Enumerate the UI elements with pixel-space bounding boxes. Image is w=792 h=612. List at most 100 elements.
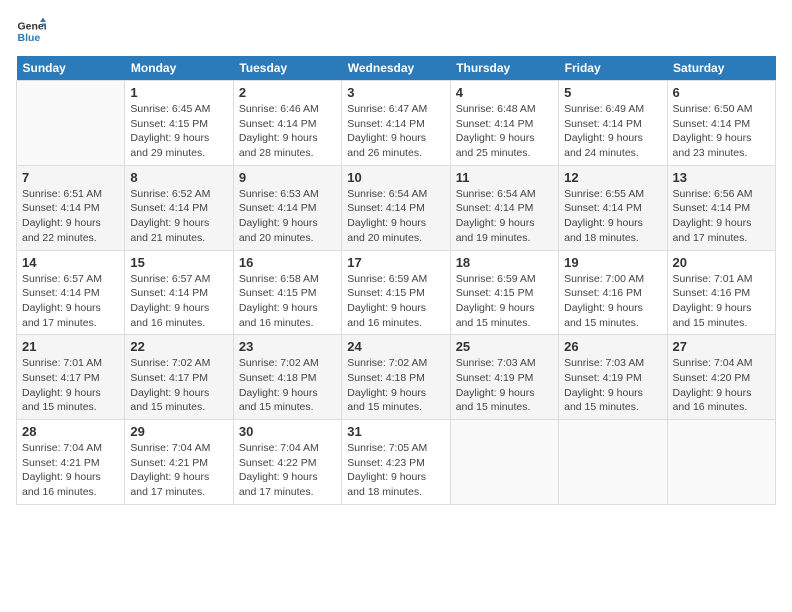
daylight-minutes: and 18 minutes. <box>564 231 661 246</box>
day-number: 11 <box>456 170 553 185</box>
sunset-text: Sunset: 4:14 PM <box>130 286 227 301</box>
sunset-text: Sunset: 4:14 PM <box>564 117 661 132</box>
sunset-text: Sunset: 4:17 PM <box>130 371 227 386</box>
daylight-minutes: and 22 minutes. <box>22 231 119 246</box>
day-number: 9 <box>239 170 336 185</box>
calendar-cell: 2Sunrise: 6:46 AMSunset: 4:14 PMDaylight… <box>233 81 341 166</box>
daylight-minutes: and 16 minutes. <box>239 316 336 331</box>
svg-text:General: General <box>18 21 47 33</box>
daylight-minutes: and 16 minutes. <box>130 316 227 331</box>
sunrise-text: Sunrise: 7:01 AM <box>22 356 119 371</box>
calendar-cell: 11Sunrise: 6:54 AMSunset: 4:14 PMDayligh… <box>450 165 558 250</box>
daylight-hours: Daylight: 9 hours <box>347 216 444 231</box>
sunrise-text: Sunrise: 6:58 AM <box>239 272 336 287</box>
daylight-minutes: and 17 minutes. <box>239 485 336 500</box>
day-number: 20 <box>673 255 770 270</box>
daylight-hours: Daylight: 9 hours <box>239 131 336 146</box>
daylight-hours: Daylight: 9 hours <box>22 301 119 316</box>
daylight-hours: Daylight: 9 hours <box>130 386 227 401</box>
sunset-text: Sunset: 4:16 PM <box>673 286 770 301</box>
day-number: 25 <box>456 339 553 354</box>
calendar-cell: 27Sunrise: 7:04 AMSunset: 4:20 PMDayligh… <box>667 335 775 420</box>
logo: General Blue <box>16 16 50 46</box>
daylight-minutes: and 17 minutes. <box>673 231 770 246</box>
daylight-hours: Daylight: 9 hours <box>673 216 770 231</box>
daylight-hours: Daylight: 9 hours <box>673 301 770 316</box>
day-number: 21 <box>22 339 119 354</box>
sunrise-text: Sunrise: 7:04 AM <box>239 441 336 456</box>
day-number: 8 <box>130 170 227 185</box>
day-number: 4 <box>456 85 553 100</box>
sunrise-text: Sunrise: 6:54 AM <box>456 187 553 202</box>
daylight-minutes: and 20 minutes. <box>347 231 444 246</box>
daylight-minutes: and 25 minutes. <box>456 146 553 161</box>
daylight-hours: Daylight: 9 hours <box>239 216 336 231</box>
sunrise-text: Sunrise: 7:02 AM <box>347 356 444 371</box>
day-number: 24 <box>347 339 444 354</box>
sunset-text: Sunset: 4:15 PM <box>456 286 553 301</box>
daylight-minutes: and 17 minutes. <box>22 316 119 331</box>
day-number: 15 <box>130 255 227 270</box>
day-number: 16 <box>239 255 336 270</box>
sunset-text: Sunset: 4:18 PM <box>239 371 336 386</box>
calendar-cell: 21Sunrise: 7:01 AMSunset: 4:17 PMDayligh… <box>17 335 125 420</box>
calendar-cell: 3Sunrise: 6:47 AMSunset: 4:14 PMDaylight… <box>342 81 450 166</box>
calendar-cell <box>559 420 667 505</box>
sunset-text: Sunset: 4:18 PM <box>347 371 444 386</box>
sunset-text: Sunset: 4:14 PM <box>564 201 661 216</box>
col-header-tuesday: Tuesday <box>233 56 341 81</box>
sunset-text: Sunset: 4:14 PM <box>347 201 444 216</box>
sunrise-text: Sunrise: 7:00 AM <box>564 272 661 287</box>
calendar-cell: 10Sunrise: 6:54 AMSunset: 4:14 PMDayligh… <box>342 165 450 250</box>
sunset-text: Sunset: 4:14 PM <box>347 117 444 132</box>
sunset-text: Sunset: 4:14 PM <box>130 201 227 216</box>
day-number: 31 <box>347 424 444 439</box>
daylight-minutes: and 26 minutes. <box>347 146 444 161</box>
day-number: 2 <box>239 85 336 100</box>
sunrise-text: Sunrise: 6:45 AM <box>130 102 227 117</box>
sunrise-text: Sunrise: 7:05 AM <box>347 441 444 456</box>
daylight-minutes: and 20 minutes. <box>239 231 336 246</box>
sunset-text: Sunset: 4:20 PM <box>673 371 770 386</box>
day-number: 5 <box>564 85 661 100</box>
sunset-text: Sunset: 4:14 PM <box>239 117 336 132</box>
daylight-minutes: and 15 minutes. <box>130 400 227 415</box>
col-header-saturday: Saturday <box>667 56 775 81</box>
calendar-cell: 1Sunrise: 6:45 AMSunset: 4:15 PMDaylight… <box>125 81 233 166</box>
sunset-text: Sunset: 4:15 PM <box>347 286 444 301</box>
sunrise-text: Sunrise: 6:52 AM <box>130 187 227 202</box>
day-number: 29 <box>130 424 227 439</box>
sunrise-text: Sunrise: 6:59 AM <box>456 272 553 287</box>
sunset-text: Sunset: 4:14 PM <box>22 201 119 216</box>
sunset-text: Sunset: 4:19 PM <box>456 371 553 386</box>
sunset-text: Sunset: 4:19 PM <box>564 371 661 386</box>
calendar-cell: 30Sunrise: 7:04 AMSunset: 4:22 PMDayligh… <box>233 420 341 505</box>
daylight-hours: Daylight: 9 hours <box>564 301 661 316</box>
sunrise-text: Sunrise: 6:54 AM <box>347 187 444 202</box>
daylight-hours: Daylight: 9 hours <box>456 386 553 401</box>
daylight-hours: Daylight: 9 hours <box>130 301 227 316</box>
col-header-friday: Friday <box>559 56 667 81</box>
daylight-hours: Daylight: 9 hours <box>130 131 227 146</box>
daylight-minutes: and 15 minutes. <box>456 316 553 331</box>
logo-icon: General Blue <box>16 16 46 46</box>
col-header-wednesday: Wednesday <box>342 56 450 81</box>
daylight-minutes: and 16 minutes. <box>673 400 770 415</box>
sunset-text: Sunset: 4:14 PM <box>22 286 119 301</box>
calendar-cell: 25Sunrise: 7:03 AMSunset: 4:19 PMDayligh… <box>450 335 558 420</box>
daylight-hours: Daylight: 9 hours <box>347 470 444 485</box>
sunrise-text: Sunrise: 6:49 AM <box>564 102 661 117</box>
sunrise-text: Sunrise: 6:56 AM <box>673 187 770 202</box>
sunset-text: Sunset: 4:14 PM <box>456 117 553 132</box>
daylight-hours: Daylight: 9 hours <box>239 470 336 485</box>
sunrise-text: Sunrise: 7:01 AM <box>673 272 770 287</box>
calendar-cell: 4Sunrise: 6:48 AMSunset: 4:14 PMDaylight… <box>450 81 558 166</box>
daylight-hours: Daylight: 9 hours <box>673 386 770 401</box>
header: General Blue <box>16 16 776 46</box>
day-number: 18 <box>456 255 553 270</box>
daylight-hours: Daylight: 9 hours <box>456 301 553 316</box>
daylight-hours: Daylight: 9 hours <box>673 131 770 146</box>
calendar-cell: 14Sunrise: 6:57 AMSunset: 4:14 PMDayligh… <box>17 250 125 335</box>
daylight-hours: Daylight: 9 hours <box>564 131 661 146</box>
calendar-cell: 16Sunrise: 6:58 AMSunset: 4:15 PMDayligh… <box>233 250 341 335</box>
